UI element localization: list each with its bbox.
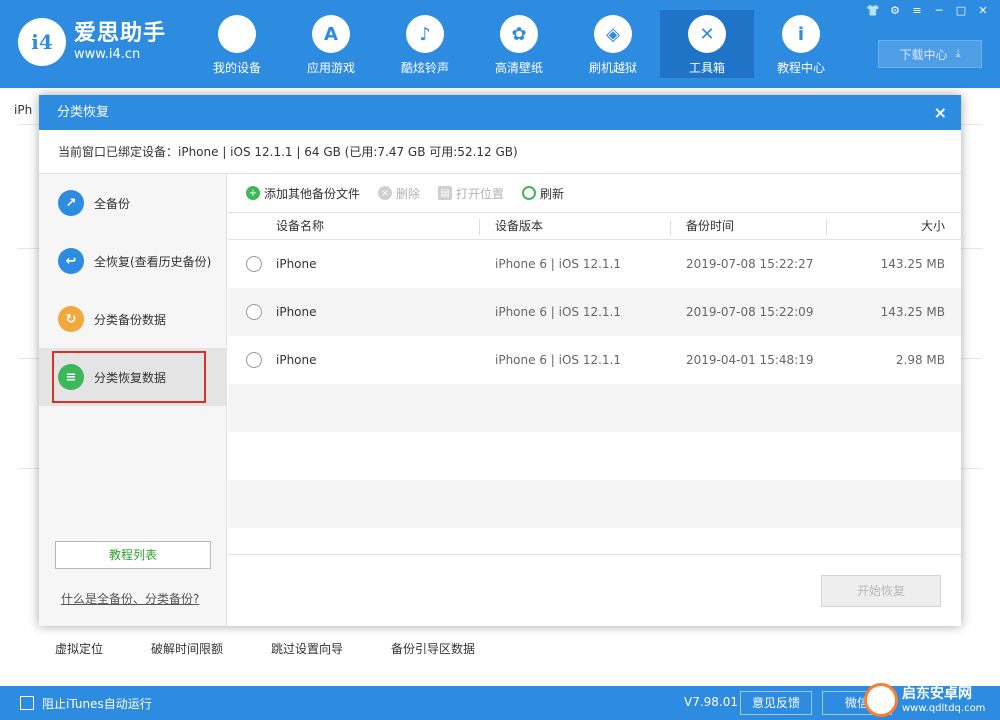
category-restore-dialog: 分类恢复 × 当前窗口已绑定设备：iPhone | iOS 12.1.1 | 6… (39, 95, 961, 626)
site-watermark: 启东安卓网 www.qdltdq.com (864, 680, 996, 720)
col-backup-time[interactable]: 备份时间 (686, 213, 734, 239)
add-icon: + (246, 186, 260, 200)
download-center-button[interactable]: 下载中心 ⤓ (878, 40, 982, 68)
top-header: i4 爱思助手 www.i4.cn 我的设备 A 应用游戏 ♪ 酷炫铃声 ✿ 高… (0, 0, 1000, 88)
flower-icon: ✿ (500, 15, 538, 53)
divider (228, 554, 961, 555)
restore-arrow-icon: ↩ (58, 248, 84, 274)
empty-row (228, 384, 961, 432)
block-itunes-checkbox[interactable] (20, 696, 34, 710)
window-controls: 👕 ⚙ ≡ ─ □ ✕ (862, 3, 994, 19)
row-radio[interactable] (246, 256, 262, 272)
tool-virtual-location[interactable]: 虚拟定位 (55, 640, 103, 657)
table-row[interactable]: iPhone iPhone 6 | iOS 12.1.1 2019-07-08 … (228, 288, 961, 336)
backup-table: iPhone iPhone 6 | iOS 12.1.1 2019-07-08 … (228, 240, 961, 528)
toolbox-items: 虚拟定位 破解时间限额 跳过设置向导 备份引导区数据 (55, 640, 523, 657)
tool-skip-setup[interactable]: 跳过设置向导 (271, 640, 343, 657)
skin-icon[interactable]: 👕 (862, 3, 884, 19)
nav-tutorial-center[interactable]: i 教程中心 (754, 10, 848, 78)
delete-button[interactable]: × 删除 (378, 185, 420, 202)
col-device-version[interactable]: 设备版本 (495, 213, 543, 239)
row-radio[interactable] (246, 304, 262, 320)
backup-toolbar: + 添加其他备份文件 × 删除 ▤ 打开位置 刷新 (228, 174, 961, 212)
folder-icon: ▤ (438, 186, 453, 200)
column-divider[interactable] (479, 219, 480, 235)
table-header: 设备名称 设备版本 备份时间 大小 (228, 212, 961, 240)
minimize-icon[interactable]: ─ (928, 3, 950, 19)
box-icon: ◈ (594, 15, 632, 53)
feedback-button[interactable]: 意见反馈 (740, 691, 812, 715)
table-row[interactable]: iPhone iPhone 6 | iOS 12.1.1 2019-04-01 … (228, 336, 961, 384)
nav-toolbox[interactable]: ✕ 工具箱 (660, 10, 754, 78)
tool-screen-time[interactable]: 破解时间限额 (151, 640, 223, 657)
highlight-box (52, 351, 206, 403)
device-info: 当前窗口已绑定设备：iPhone | iOS 12.1.1 | 64 GB (已… (39, 130, 961, 174)
tutorial-list-button[interactable]: 教程列表 (55, 541, 211, 569)
gear-icon[interactable]: ⚙ (884, 3, 906, 19)
row-radio[interactable] (246, 352, 262, 368)
dialog-sidebar: ↗ 全备份 ↩ 全恢复(查看历史备份) ↻ 分类备份数据 ≡ 分类恢复数据 教程… (39, 174, 227, 626)
close-icon[interactable]: ✕ (972, 3, 994, 19)
app-url: www.i4.cn (74, 47, 141, 62)
apple-icon (218, 15, 256, 53)
bell-icon: ♪ (406, 15, 444, 53)
app-store-icon: A (312, 15, 350, 53)
nav-my-device[interactable]: 我的设备 (190, 10, 284, 78)
column-divider[interactable] (670, 219, 671, 235)
column-divider[interactable] (826, 219, 827, 235)
tool-backup-boot[interactable]: 备份引导区数据 (391, 640, 475, 657)
info-icon: i (782, 15, 820, 53)
dialog-main: + 添加其他备份文件 × 删除 ▤ 打开位置 刷新 设备名称 设备版本 备份时间 (228, 174, 961, 626)
app-name: 爱思助手 (74, 21, 167, 46)
sidebar-item-category-restore[interactable]: ≡ 分类恢复数据 (39, 348, 226, 406)
table-row[interactable]: iPhone iPhone 6 | iOS 12.1.1 2019-07-08 … (228, 240, 961, 288)
maximize-icon[interactable]: □ (950, 3, 972, 19)
i4-logo-icon: i4 (18, 18, 66, 66)
nav-flash-jailbreak[interactable]: ◈ 刷机越狱 (566, 10, 660, 78)
main-nav: 我的设备 A 应用游戏 ♪ 酷炫铃声 ✿ 高清壁纸 ◈ 刷机越狱 ✕ 工具箱 i… (190, 10, 848, 78)
menu-icon[interactable]: ≡ (906, 3, 928, 19)
app-logo: i4 爱思助手 www.i4.cn (18, 18, 166, 66)
version-label: V7.98.01 (684, 695, 739, 709)
sidebar-item-category-backup[interactable]: ↻ 分类备份数据 (39, 290, 226, 348)
tools-icon: ✕ (688, 15, 726, 53)
delete-icon: × (378, 186, 393, 200)
watermark-logo-icon (864, 683, 898, 717)
category-backup-icon: ↻ (58, 306, 84, 332)
download-icon: ⤓ (955, 47, 961, 60)
dialog-title: 分类恢复 (57, 105, 110, 120)
status-bar: 阻止iTunes自动运行 V7.98.01 意见反馈 微信 (0, 686, 1000, 720)
nav-apps-games[interactable]: A 应用游戏 (284, 10, 378, 78)
refresh-icon (522, 186, 537, 200)
add-backup-button[interactable]: + 添加其他备份文件 (246, 185, 360, 202)
sidebar-item-full-backup[interactable]: ↗ 全备份 (39, 174, 226, 232)
backup-help-link[interactable]: 什么是全备份、分类备份? (61, 590, 199, 607)
close-icon[interactable]: × (934, 95, 947, 130)
block-itunes-label[interactable]: 阻止iTunes自动运行 (42, 695, 152, 712)
empty-row (228, 480, 961, 528)
start-restore-button[interactable]: 开始恢复 (821, 575, 941, 607)
backup-arrow-icon: ↗ (58, 190, 84, 216)
empty-row (228, 432, 961, 480)
nav-wallpapers[interactable]: ✿ 高清壁纸 (472, 10, 566, 78)
nav-ringtones[interactable]: ♪ 酷炫铃声 (378, 10, 472, 78)
open-location-button[interactable]: ▤ 打开位置 (438, 185, 504, 202)
col-size[interactable]: 大小 (921, 213, 945, 239)
refresh-button[interactable]: 刷新 (522, 185, 564, 202)
dialog-titlebar: 分类恢复 × (39, 95, 961, 130)
sidebar-item-full-restore[interactable]: ↩ 全恢复(查看历史备份) (39, 232, 226, 290)
col-device-name[interactable]: 设备名称 (276, 213, 324, 239)
